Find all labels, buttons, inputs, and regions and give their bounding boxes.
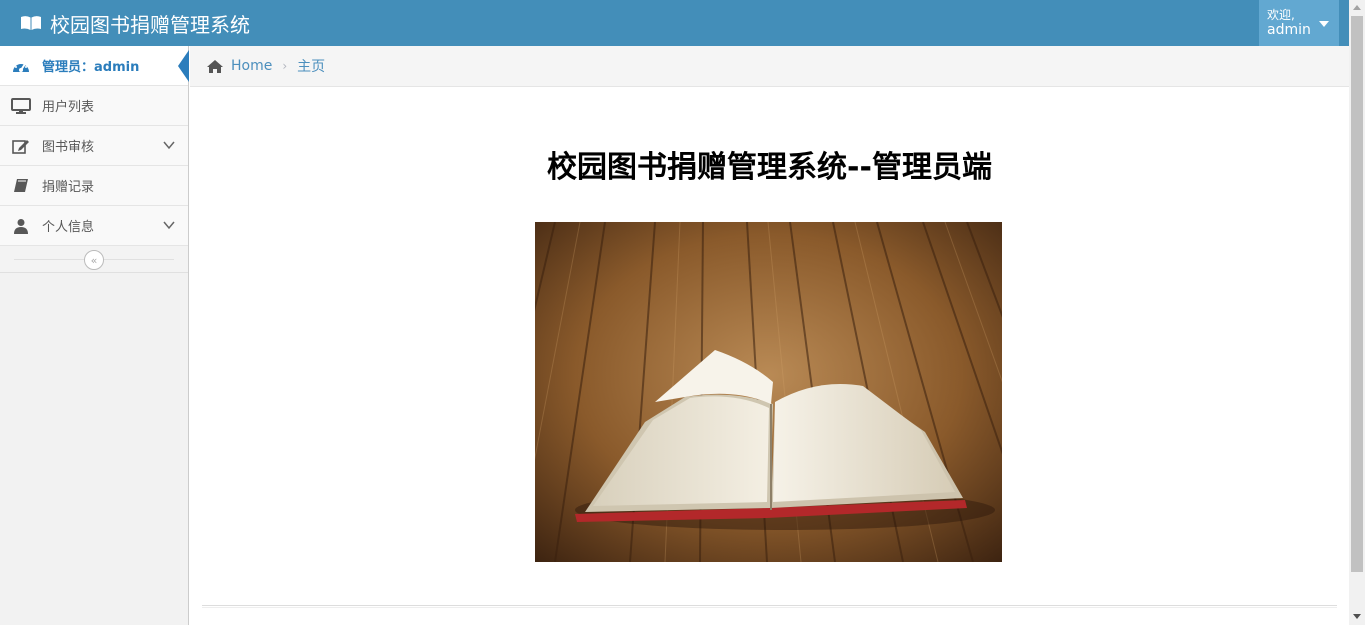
desktop-icon xyxy=(0,97,42,114)
edit-icon xyxy=(0,138,42,154)
sidebar-item-admin[interactable]: 管理员：admin xyxy=(0,46,189,86)
user-icon xyxy=(0,218,42,234)
app-title: 校园图书捐赠管理系统 xyxy=(50,12,250,37)
breadcrumb-current: 主页 xyxy=(297,59,326,75)
sidebar-item-label: 图书审核 xyxy=(42,140,95,155)
scroll-up-icon[interactable] xyxy=(1353,5,1361,10)
dashboard-icon xyxy=(0,58,42,74)
caret-down-icon xyxy=(1319,21,1329,27)
sidebar: 管理员：admin 用户列表 图书审核 捐赠记录 个人信息 « xyxy=(0,46,189,625)
open-book-icon xyxy=(21,16,41,30)
home-icon[interactable] xyxy=(206,59,224,74)
book-icon xyxy=(0,178,42,194)
username: admin xyxy=(1267,22,1311,38)
sidebar-item-donation-records[interactable]: 捐赠记录 xyxy=(0,166,188,206)
scroll-down-icon[interactable] xyxy=(1353,614,1361,619)
sidebar-item-profile[interactable]: 个人信息 xyxy=(0,206,188,246)
open-book-on-wood-image xyxy=(535,222,1002,562)
scrollbar-thumb[interactable] xyxy=(1351,16,1363,572)
divider xyxy=(202,605,1337,608)
sidebar-item-label: 用户列表 xyxy=(42,100,95,115)
sidebar-collapse-bar: « xyxy=(0,246,188,273)
brand[interactable]: 校园图书捐赠管理系统 xyxy=(20,8,250,38)
sidebar-item-label: 捐赠记录 xyxy=(42,180,95,195)
breadcrumb-home-link[interactable]: Home xyxy=(231,58,272,74)
top-navbar: 校园图书捐赠管理系统 欢迎, admin xyxy=(0,0,1349,46)
sidebar-item-label: 个人信息 xyxy=(42,220,95,235)
welcome-text: 欢迎, xyxy=(1267,8,1295,22)
page-title: 校园图书捐赠管理系统--管理员端 xyxy=(547,150,992,185)
user-menu-toggle[interactable]: 欢迎, admin xyxy=(1259,0,1339,46)
double-chevron-left-icon[interactable]: « xyxy=(84,250,104,270)
chevron-down-icon xyxy=(163,221,175,230)
chevron-down-icon xyxy=(163,141,175,150)
page-scrollbar[interactable] xyxy=(1349,0,1365,625)
chevron-right-icon: › xyxy=(282,59,288,73)
sidebar-item-book-review[interactable]: 图书审核 xyxy=(0,126,188,166)
breadcrumb: Home › 主页 xyxy=(190,46,1349,87)
sidebar-item-label: 管理员：admin xyxy=(42,60,140,75)
main-content: 校园图书捐赠管理系统--管理员端 xyxy=(190,87,1349,625)
sidebar-item-user-list[interactable]: 用户列表 xyxy=(0,86,188,126)
